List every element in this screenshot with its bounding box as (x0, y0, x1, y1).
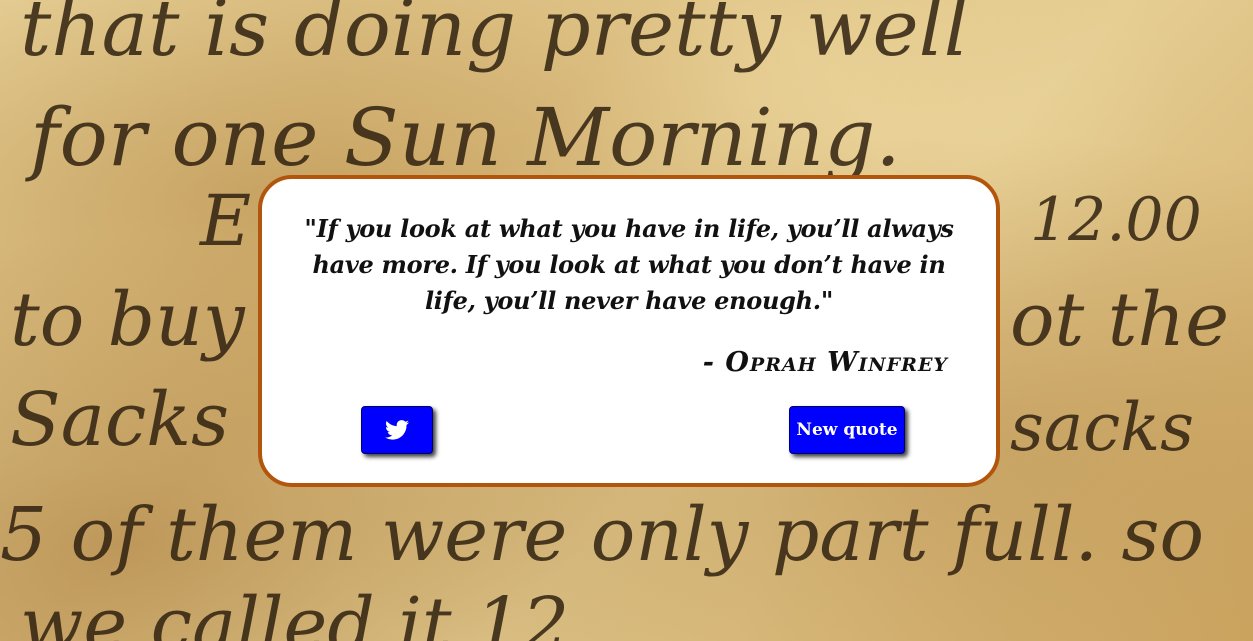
svg-text:to buy: to buy (10, 277, 246, 363)
svg-text:sacks: sacks (1010, 389, 1194, 466)
svg-text:ot the: ot the (1010, 277, 1229, 363)
svg-text:5 of them were only part: 5 of them were only part full. so (0, 492, 1204, 578)
new-quote-button[interactable]: New quote (789, 406, 905, 454)
svg-text:we called it 12.: we called it 12. (20, 582, 593, 641)
quote-author: - Oprah Winfrey (702, 347, 948, 378)
svg-text:that is doing pretty w: that is doing pretty well (20, 0, 969, 74)
svg-text:for one Sun Morning.: for one Sun Morning. (25, 91, 901, 184)
twitter-bird-icon (385, 420, 409, 440)
quote-box: "If you look at what you have in life, y… (258, 175, 1000, 487)
tweet-quote-button[interactable] (361, 406, 433, 454)
quote-text: "If you look at what you have in life, y… (304, 214, 954, 315)
svg-text:E: E (198, 180, 251, 262)
svg-text:Sacks: Sacks (10, 377, 229, 463)
svg-text:12.00: 12.00 (1030, 185, 1202, 255)
